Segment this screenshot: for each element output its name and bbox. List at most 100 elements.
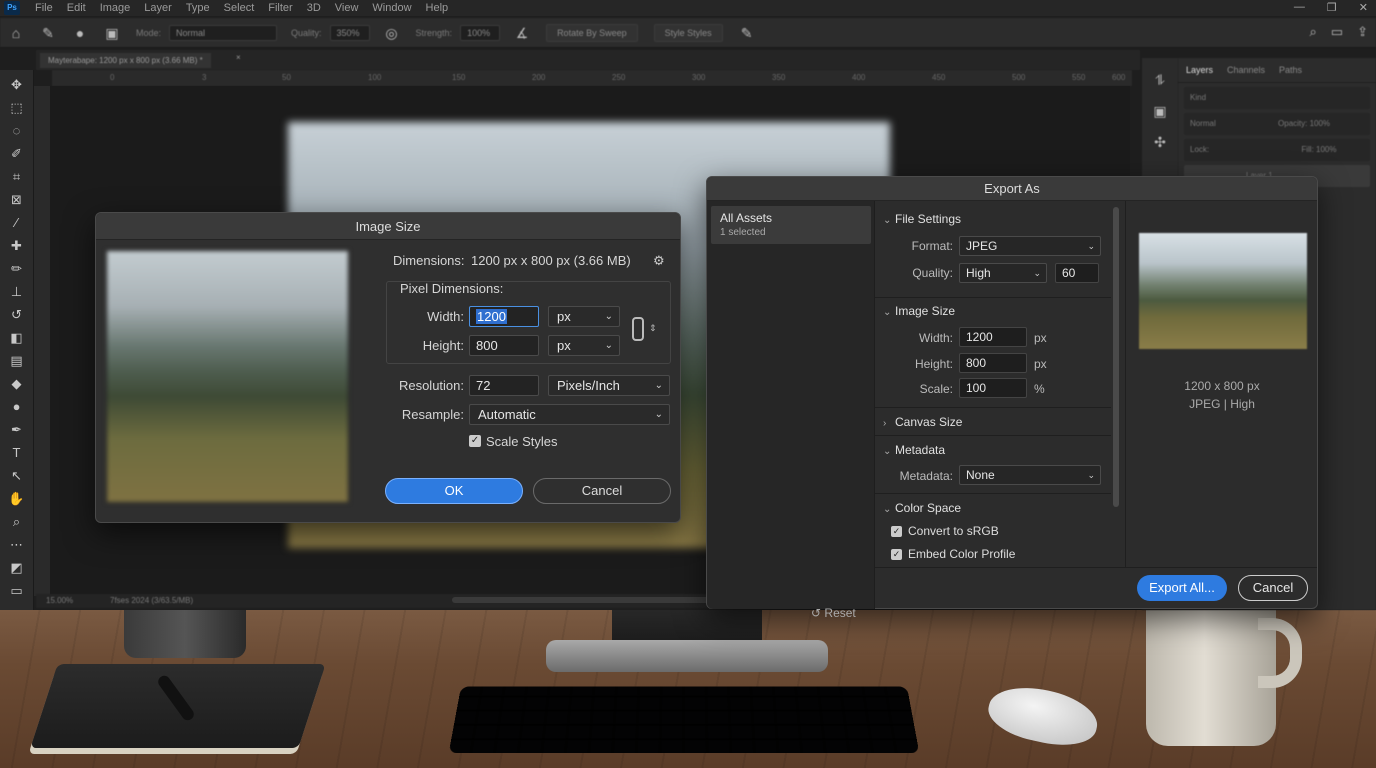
menu-type[interactable]: Type — [179, 2, 217, 14]
width-field[interactable]: 1200 — [469, 306, 539, 327]
reset-button[interactable]: ↺ Reset — [811, 606, 856, 620]
brush-panel-icon[interactable]: ▣ — [104, 25, 120, 41]
path-select-icon[interactable]: ↖ — [8, 467, 26, 484]
quality-select[interactable]: High ⌄ — [959, 263, 1047, 283]
color-swatches-icon[interactable]: ◩ — [8, 559, 26, 576]
document-tab[interactable]: Mayterabape: 1200 px x 800 px (3.66 MB) … — [40, 53, 211, 68]
quality-number-field[interactable]: 60 — [1055, 263, 1099, 283]
style-styles-button[interactable]: Style Styles — [653, 23, 723, 42]
height-unit-select[interactable]: px ⌄ — [548, 335, 620, 356]
opacity[interactable]: Opacity: 100% — [1278, 119, 1330, 128]
height-field[interactable]: 800 — [469, 335, 539, 356]
embed-profile-checkbox[interactable]: ✓ — [891, 549, 902, 560]
metadata-select[interactable]: None ⌄ — [959, 465, 1101, 485]
properties-panel-icon[interactable]: ✣ — [1154, 134, 1166, 151]
zoom-tool-icon[interactable]: ⌕ — [8, 513, 26, 530]
menu-edit[interactable]: Edit — [60, 2, 93, 14]
tab-channels[interactable]: Channels — [1227, 65, 1265, 75]
brush-tool-icon[interactable]: ✎ — [40, 25, 56, 41]
close-icon[interactable]: ✕ — [1359, 1, 1368, 14]
mode-select[interactable]: Normal — [169, 24, 278, 41]
type-tool-icon[interactable]: T — [8, 444, 26, 461]
marquee-tool-icon[interactable]: ⬚ — [8, 99, 26, 116]
image-preview[interactable] — [106, 250, 349, 503]
brush-size-icon[interactable]: ● — [72, 25, 88, 41]
hand-tool-icon[interactable]: ✋ — [8, 490, 26, 507]
strength-field[interactable]: 100% — [460, 24, 501, 41]
menu-3d[interactable]: 3D — [300, 2, 328, 14]
history-brush-icon[interactable]: ↺ — [8, 306, 26, 323]
quick-mask-icon[interactable]: ▭ — [8, 582, 26, 599]
zoom-level[interactable]: 15.00% — [46, 596, 73, 605]
pen-tool-icon[interactable]: ✒ — [8, 421, 26, 438]
rotate-by-sweep-button[interactable]: Rotate By Sweep — [546, 23, 638, 42]
export-cancel-button[interactable]: Cancel — [1238, 575, 1308, 601]
layer-filter-row[interactable]: Kind — [1184, 87, 1370, 109]
eraser-tool-icon[interactable]: ◧ — [8, 329, 26, 346]
export-width-field[interactable]: 1200 — [959, 327, 1027, 347]
scale-field[interactable]: 100 — [959, 378, 1027, 398]
history-panel-icon[interactable]: ⥮ — [1155, 72, 1165, 89]
menu-select[interactable]: Select — [217, 2, 262, 14]
fill[interactable]: Fill: 100% — [1301, 145, 1336, 154]
color-space-header[interactable]: ⌄ Color Space — [883, 501, 961, 515]
more-tools-icon[interactable]: ⋯ — [8, 536, 26, 553]
minimize-icon[interactable]: — — [1294, 1, 1305, 14]
workspace-icon[interactable]: ▭ — [1331, 24, 1343, 40]
menu-help[interactable]: Help — [419, 2, 456, 14]
brush-tool-icon-side[interactable]: ✏ — [8, 260, 26, 277]
menu-file[interactable]: File — [28, 2, 60, 14]
close-tab-icon[interactable]: × — [236, 53, 241, 62]
blur-tool-icon[interactable]: ◆ — [8, 375, 26, 392]
resolution-unit-select[interactable]: Pixels/Inch ⌄ — [548, 375, 670, 396]
image-size-header[interactable]: ⌄ Image Size — [883, 304, 955, 318]
pressure-icon[interactable]: ◎ — [384, 25, 400, 41]
menu-view[interactable]: View — [328, 2, 366, 14]
export-all-button[interactable]: Export All... — [1137, 575, 1227, 601]
tab-layers[interactable]: Layers — [1186, 65, 1213, 75]
cancel-button[interactable]: Cancel — [533, 478, 671, 504]
convert-srgb-checkbox[interactable]: ✓ — [891, 526, 902, 537]
adjustments-panel-icon[interactable]: ▣ — [1153, 103, 1166, 120]
frame-tool-icon[interactable]: ⊠ — [8, 191, 26, 208]
menu-filter[interactable]: Filter — [261, 2, 299, 14]
settings-scrollbar[interactable] — [1113, 207, 1119, 507]
resample-select[interactable]: Automatic ⌄ — [469, 404, 670, 425]
symmetry-icon[interactable]: ✎ — [739, 25, 755, 41]
menu-layer[interactable]: Layer — [137, 2, 179, 14]
healing-tool-icon[interactable]: ✚ — [8, 237, 26, 254]
export-height-field[interactable]: 800 — [959, 353, 1027, 373]
ok-button[interactable]: OK — [385, 478, 523, 504]
search-icon[interactable]: ⌕ — [1310, 24, 1317, 40]
menu-image[interactable]: Image — [93, 2, 138, 14]
restore-icon[interactable]: ❐ — [1327, 1, 1337, 14]
quick-select-tool-icon[interactable]: ✐ — [8, 145, 26, 162]
tab-paths[interactable]: Paths — [1279, 65, 1302, 75]
dodge-tool-icon[interactable]: ● — [8, 398, 26, 415]
blend-mode[interactable]: Normal — [1190, 119, 1216, 128]
quality-select[interactable]: 350% — [329, 24, 370, 41]
stamp-tool-icon[interactable]: ⊥ — [8, 283, 26, 300]
crop-tool-icon[interactable]: ⌗ — [8, 168, 26, 185]
blend-opacity-row[interactable]: Normal Opacity: 100% — [1184, 113, 1370, 135]
angle-icon[interactable]: ∡ — [514, 25, 530, 41]
share-icon[interactable]: ⇪ — [1357, 24, 1368, 40]
width-unit-select[interactable]: px ⌄ — [548, 306, 620, 327]
format-select[interactable]: JPEG ⌄ — [959, 236, 1101, 256]
menu-window[interactable]: Window — [365, 2, 418, 14]
constrain-proportions-link-icon[interactable] — [632, 317, 644, 341]
scale-styles-checkbox[interactable]: ✓ — [469, 435, 481, 447]
lasso-tool-icon[interactable]: ◌ — [8, 122, 26, 139]
resolution-field[interactable]: 72 — [469, 375, 539, 396]
all-assets-item[interactable]: All Assets 1 selected — [711, 206, 871, 244]
doc-info[interactable]: 7fses 2024 (3/63.5/MB) — [110, 596, 193, 605]
eyedropper-tool-icon[interactable]: ⁄ — [8, 214, 26, 231]
canvas-size-header[interactable]: › Canvas Size — [883, 415, 962, 429]
gradient-tool-icon[interactable]: ▤ — [8, 352, 26, 369]
file-settings-header[interactable]: ⌄ File Settings — [883, 212, 961, 226]
lock-fill-row[interactable]: Lock: Fill: 100% — [1184, 139, 1370, 161]
metadata-header[interactable]: ⌄ Metadata — [883, 443, 945, 457]
gear-icon[interactable]: ⚙ — [653, 253, 665, 269]
home-icon[interactable]: ⌂ — [8, 25, 24, 41]
move-tool-icon[interactable]: ✥ — [8, 76, 26, 93]
